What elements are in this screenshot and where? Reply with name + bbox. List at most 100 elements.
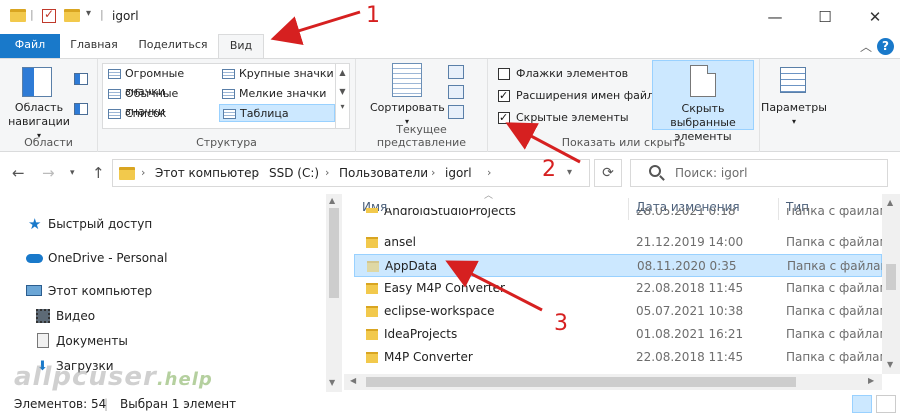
breadcrumb-this-pc[interactable]: Этот компьютер xyxy=(155,166,259,180)
tab-share[interactable]: Поделиться xyxy=(130,34,216,58)
table-row[interactable]: eclipse-workspace 05.07.2021 10:38 Папка… xyxy=(354,300,882,323)
status-selected: Выбран 1 элемент xyxy=(120,397,237,411)
layout-large-icons[interactable]: Крупные значки xyxy=(219,65,335,83)
back-arrow-icon[interactable]: ← xyxy=(12,164,25,182)
file-extensions-toggle[interactable]: Расширения имен файлов xyxy=(498,88,667,106)
scroll-left-icon[interactable]: ◀ xyxy=(350,376,356,385)
scroll-down-icon[interactable]: ▼ xyxy=(887,360,893,369)
scroll-right-icon[interactable]: ▶ xyxy=(868,376,874,385)
file-extensions-checkbox[interactable] xyxy=(498,88,510,104)
up-arrow-icon[interactable]: ↑ xyxy=(92,164,105,182)
folder-icon xyxy=(366,283,378,294)
small-icons-icon xyxy=(222,89,235,99)
close-button[interactable]: ✕ xyxy=(852,4,898,30)
nav-videos[interactable]: Видео xyxy=(36,306,95,326)
breadcrumb-separator: › xyxy=(141,166,146,179)
file-type: Папка с файлами xyxy=(786,208,882,218)
help-icon[interactable]: ? xyxy=(877,38,894,55)
table-row[interactable]: ansel 21.12.2019 14:00 Папка с файлами xyxy=(354,231,882,254)
navigation-pane-scrollbar[interactable]: ▲ ▼ xyxy=(326,194,342,392)
add-columns-icon[interactable] xyxy=(448,85,464,99)
navigation-pane-icon[interactable] xyxy=(22,67,52,97)
table-row-selected[interactable]: AppData 08.11.2020 0:35 Папка с файлами xyxy=(354,254,883,277)
search-box[interactable]: Поиск: igorl xyxy=(630,159,888,187)
tab-file[interactable]: Файл xyxy=(0,34,60,58)
sort-icon[interactable] xyxy=(392,63,422,97)
tab-home[interactable]: Главная xyxy=(62,34,126,58)
details-pane-icon[interactable] xyxy=(74,103,88,115)
scroll-up-icon[interactable]: ▲ xyxy=(887,198,893,207)
hide-selected-items-button[interactable]: Скрыть выбранные элементы xyxy=(652,60,754,143)
recent-locations-icon[interactable]: ▾ xyxy=(70,168,75,178)
hide-selected-label: Скрыть выбранные элементы xyxy=(653,102,753,144)
file-type: Папка с файлами xyxy=(787,259,883,273)
address-bar[interactable]: › Этот компьютер › SSD (C:) › Пользовате… xyxy=(112,159,590,187)
nav-quick-access[interactable]: ★ Быстрый доступ xyxy=(28,214,153,234)
tab-view[interactable]: Вид xyxy=(218,34,264,59)
layout-extra-large-icons[interactable]: Огромные значки xyxy=(105,65,217,98)
layout-list[interactable]: Список xyxy=(105,105,217,123)
item-checkboxes-toggle[interactable]: Флажки элементов xyxy=(498,66,628,84)
maximize-button[interactable]: ☐ xyxy=(802,4,848,30)
minimize-ribbon-icon[interactable]: ︿ xyxy=(860,38,872,55)
table-row[interactable]: AndroidStudioProjects 28.05.2021 0:18 Па… xyxy=(354,208,882,222)
nav-item-label: Быстрый доступ xyxy=(48,217,153,231)
file-type: Папка с файлами xyxy=(786,304,882,318)
table-row[interactable]: IdeaProjects 01.08.2021 16:21 Папка с фа… xyxy=(354,323,882,346)
layout-small-icons[interactable]: Мелкие значки xyxy=(219,85,335,103)
file-list-horizontal-scrollbar[interactable]: ◀ ▶ xyxy=(344,374,882,390)
title-bar: | ▾ | igorl — ☐ ✕ xyxy=(0,0,900,34)
details-view-button[interactable] xyxy=(852,395,872,413)
large-icons-view-button[interactable] xyxy=(876,395,896,413)
scroll-up-icon[interactable]: ▲ xyxy=(329,196,335,205)
file-date: 05.07.2021 10:38 xyxy=(636,304,744,318)
layout-gallery-scroll[interactable]: ▲ ▼ ▾ xyxy=(335,64,349,128)
ribbon: Область навигации ▾ Области Структура Ог… xyxy=(0,58,900,152)
ribbon-tabs: Файл Главная Поделиться Вид xyxy=(0,34,900,59)
properties-check-icon[interactable] xyxy=(42,7,56,23)
search-input[interactable]: Поиск: igorl xyxy=(675,166,747,180)
new-folder-icon[interactable] xyxy=(64,9,80,22)
minimize-button[interactable]: — xyxy=(752,4,798,30)
hide-selected-icon xyxy=(690,65,716,97)
qat-dropdown-icon[interactable]: ▾ xyxy=(86,8,91,19)
item-checkboxes-checkbox[interactable] xyxy=(498,68,510,80)
forward-arrow-icon[interactable]: → xyxy=(42,164,55,182)
breadcrumb-users[interactable]: Пользователи xyxy=(339,166,428,180)
chevron-up-icon: ▲ xyxy=(339,68,346,77)
layout-details[interactable]: Таблица xyxy=(219,104,335,122)
address-dropdown-icon[interactable]: ▾ xyxy=(567,167,572,178)
details-icon xyxy=(223,109,236,119)
table-row[interactable]: Easy M4P Converter 22.08.2018 11:45 Папк… xyxy=(354,277,882,300)
file-date: 01.08.2021 16:21 xyxy=(636,327,744,341)
scroll-thumb[interactable] xyxy=(329,208,339,298)
scroll-down-icon[interactable]: ▼ xyxy=(329,378,335,387)
file-type: Папка с файлами xyxy=(786,350,882,364)
folder-icon xyxy=(119,167,135,180)
layout-item-label: Таблица xyxy=(240,107,289,120)
breadcrumb-ssd[interactable]: SSD (C:) xyxy=(269,166,319,180)
size-columns-icon[interactable] xyxy=(448,105,464,119)
hidden-items-checkbox[interactable] xyxy=(498,110,510,126)
options-icon[interactable] xyxy=(780,67,806,93)
annotation-number-1: 1 xyxy=(366,3,380,28)
status-bar: Элементов: 54 | Выбран 1 элемент xyxy=(0,393,900,415)
scroll-thumb[interactable] xyxy=(886,264,896,290)
hidden-items-toggle[interactable]: Скрытые элементы xyxy=(498,110,629,128)
refresh-button[interactable]: ⟳ xyxy=(594,159,622,187)
table-row[interactable]: M4P Converter 22.08.2018 11:45 Папка с ф… xyxy=(354,346,882,369)
layout-medium-icons[interactable]: Обычные значки xyxy=(105,85,217,118)
file-list-vertical-scrollbar[interactable]: ▲ ▼ xyxy=(882,194,900,374)
nav-onedrive[interactable]: OneDrive - Personal xyxy=(26,248,167,268)
options-button[interactable]: Параметры ▾ xyxy=(760,101,828,129)
file-name: ansel xyxy=(384,235,416,249)
nav-documents[interactable]: Документы xyxy=(37,331,128,351)
group-by-icon[interactable] xyxy=(448,65,464,79)
scroll-thumb[interactable] xyxy=(366,377,796,387)
file-name: AppData xyxy=(385,259,438,273)
preview-pane-icon[interactable] xyxy=(74,73,88,85)
nav-this-pc[interactable]: Этот компьютер xyxy=(26,281,152,301)
breadcrumb-igorl[interactable]: igorl xyxy=(445,166,472,180)
video-icon xyxy=(36,309,50,323)
star-icon: ★ xyxy=(28,215,42,233)
